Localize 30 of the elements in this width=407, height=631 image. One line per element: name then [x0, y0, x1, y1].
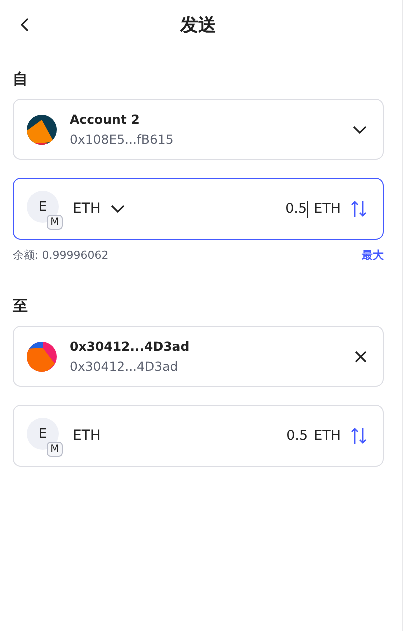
back-icon[interactable]	[21, 18, 29, 32]
swap-icon[interactable]	[351, 427, 367, 445]
network-badge: M	[47, 215, 63, 230]
account-name: Account 2	[70, 112, 141, 127]
chevron-down-icon[interactable]	[353, 126, 367, 134]
amount-value[interactable]: 0.5	[286, 428, 308, 444]
amount-value[interactable]: 0.5	[286, 201, 308, 217]
account-card[interactable]: Account 2 0x108E5...fB615	[13, 99, 384, 160]
recipient-address: 0x30412...4D3ad	[70, 359, 180, 374]
page-title: 发送	[180, 14, 216, 37]
chevron-down-icon[interactable]	[110, 205, 125, 213]
recipient-avatar	[27, 342, 57, 372]
max-link[interactable]: 最大	[362, 248, 384, 263]
network-badge: M	[47, 442, 63, 457]
balance-text: 余额: 0.99996062	[13, 248, 109, 263]
token-selector[interactable]: ETH	[73, 428, 101, 444]
amount-card[interactable]: E M ETH 0.5 ETH	[13, 178, 384, 240]
section-label: 至	[13, 297, 28, 316]
recipient-card[interactable]: 0x30412...4D3ad 0x30412...4D3ad	[13, 326, 384, 387]
recipient-name: 0x30412...4D3ad	[70, 339, 191, 354]
section-label: 自	[13, 70, 28, 89]
account-avatar	[27, 114, 57, 144]
close-icon[interactable]	[355, 350, 367, 362]
amount-card[interactable]: E M ETH 0.5 ETH	[13, 405, 384, 467]
text-cursor	[307, 200, 308, 218]
account-address: 0x108E5...fB615	[70, 132, 175, 147]
swap-icon[interactable]	[351, 200, 367, 218]
amount-unit: ETH	[314, 201, 341, 217]
token-selector[interactable]: ETH	[73, 201, 125, 217]
amount-unit: ETH	[314, 428, 341, 444]
